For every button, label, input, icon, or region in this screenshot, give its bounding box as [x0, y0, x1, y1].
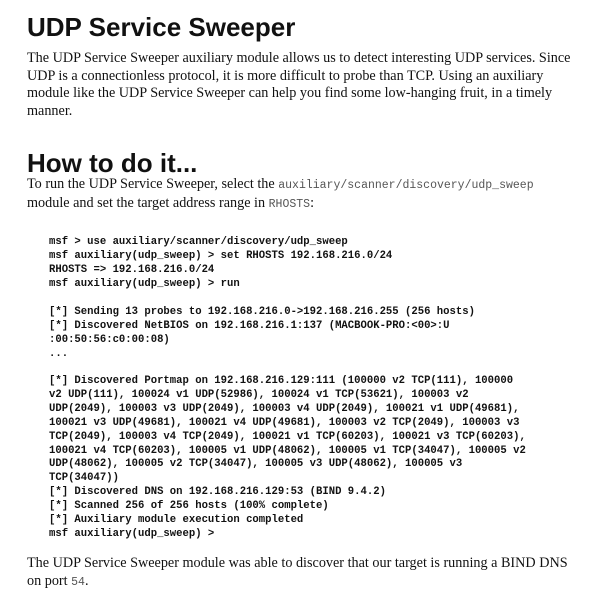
code-block-commands: msf > use auxiliary/scanner/discovery/ud… — [49, 236, 393, 290]
code-block-netbios-output: [*] Sending 13 probes to 192.168.216.0->… — [49, 306, 475, 360]
instructions-text-end: : — [310, 194, 315, 211]
instructions-text-middle: module and set the target address range … — [27, 194, 269, 211]
conclusion-paragraph: The UDP Service Sweeper module was able … — [27, 555, 582, 591]
port-code: 54 — [71, 575, 85, 589]
conclusion-text: The UDP Service Sweeper module was able … — [27, 555, 568, 589]
rhosts-code: RHOSTS — [268, 197, 311, 211]
section-title-how-to-do-it: How to do it... — [27, 148, 198, 178]
conclusion-text-end: . — [84, 572, 89, 589]
instructions-text-start: To run the UDP Service Sweeper, select t… — [27, 176, 279, 192]
module-path-code: auxiliary/scanner/discovery/udp_sweep — [278, 179, 534, 192]
intro-paragraph: The UDP Service Sweeper auxiliary module… — [27, 50, 571, 119]
code-block-portmap-output: [*] Discovered Portmap on 192.168.216.12… — [49, 375, 526, 540]
instructions-paragraph: To run the UDP Service Sweeper, select t… — [27, 176, 567, 213]
section-title-udp-service-sweeper: UDP Service Sweeper — [27, 12, 296, 42]
